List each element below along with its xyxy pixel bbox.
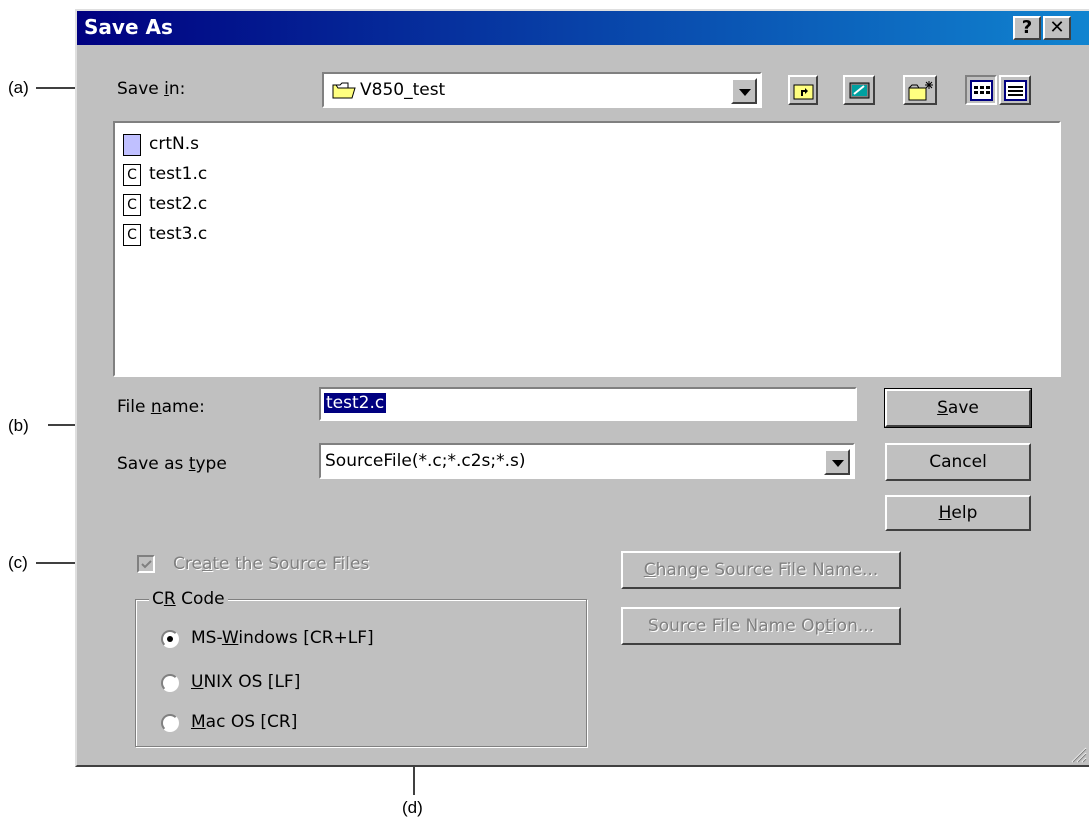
c-file-icon: C bbox=[123, 224, 141, 246]
create-new-folder-button[interactable] bbox=[903, 75, 937, 105]
radio-mac-os-label: Mac OS [CR] bbox=[191, 712, 298, 732]
save-as-type-dropdown-button[interactable] bbox=[824, 449, 850, 475]
create-source-label: Create the Source Files bbox=[173, 554, 370, 574]
cancel-button[interactable]: Cancel bbox=[885, 443, 1031, 481]
help-title-button[interactable]: ? bbox=[1013, 16, 1041, 40]
radio-ms-windows[interactable] bbox=[161, 630, 179, 648]
radio-unix-os[interactable] bbox=[161, 674, 179, 692]
checkmark-icon bbox=[141, 560, 152, 569]
save-in-combo[interactable]: V850_test bbox=[322, 72, 762, 108]
save-in-dropdown-button[interactable] bbox=[731, 78, 757, 104]
details-view-button[interactable] bbox=[999, 75, 1031, 105]
folder-icon bbox=[332, 82, 356, 99]
desktop-icon bbox=[849, 82, 870, 99]
save-in-value: V850_test bbox=[360, 80, 446, 100]
close-button[interactable]: ✕ bbox=[1043, 16, 1071, 40]
asm-file-icon bbox=[123, 134, 141, 156]
save-button[interactable]: Save bbox=[884, 388, 1032, 428]
up-folder-icon bbox=[793, 84, 814, 100]
radio-ms-windows-label: MS-Windows [CR+LF] bbox=[191, 628, 374, 648]
save-as-dialog: Save As ? ✕ Save in: V850_test crtN.s C … bbox=[75, 9, 1089, 767]
annotation-d: (d) bbox=[402, 798, 423, 817]
window-title: Save As bbox=[84, 15, 173, 39]
change-source-file-name-button[interactable]: Change Source File Name... bbox=[621, 551, 901, 589]
go-to-desktop-button[interactable] bbox=[843, 75, 875, 105]
list-item[interactable]: C test1.c bbox=[119, 159, 207, 189]
cr-code-legend: CR Code bbox=[149, 589, 228, 609]
file-name-label: File name: bbox=[117, 397, 205, 417]
list-view-button[interactable] bbox=[965, 75, 997, 105]
save-as-type-value: SourceFile(*.c;*.c2s;*.s) bbox=[325, 451, 526, 471]
create-source-checkbox[interactable] bbox=[137, 555, 155, 573]
save-as-type-label: Save as type bbox=[117, 454, 227, 474]
title-bar[interactable]: Save As ? ✕ bbox=[77, 11, 1089, 45]
list-item[interactable]: crtN.s bbox=[119, 129, 207, 159]
details-view-icon bbox=[1004, 80, 1027, 101]
annotation-b: (b) bbox=[8, 416, 29, 435]
c-file-icon: C bbox=[123, 194, 141, 216]
save-as-type-combo[interactable]: SourceFile(*.c;*.c2s;*.s) bbox=[319, 443, 855, 479]
save-in-label: Save in: bbox=[117, 79, 186, 99]
new-folder-icon bbox=[908, 81, 933, 101]
source-file-name-option-button[interactable]: Source File Name Option... bbox=[621, 607, 901, 645]
list-item[interactable]: C test2.c bbox=[119, 189, 207, 219]
radio-unix-os-label: UNIX OS [LF] bbox=[191, 672, 301, 692]
list-item[interactable]: C test3.c bbox=[119, 219, 207, 249]
up-one-level-button[interactable] bbox=[788, 75, 818, 105]
file-name-value: test2.c bbox=[324, 393, 387, 413]
list-view-icon bbox=[970, 80, 993, 101]
radio-mac-os[interactable] bbox=[161, 714, 179, 732]
resize-grip-icon[interactable] bbox=[1069, 745, 1087, 763]
file-list-items: crtN.s C test1.c C test2.c C test3.c bbox=[119, 129, 207, 249]
c-file-icon: C bbox=[123, 164, 141, 186]
help-button[interactable]: Help bbox=[885, 495, 1031, 531]
file-name-input[interactable]: test2.c bbox=[319, 387, 857, 421]
radio-dot bbox=[167, 636, 173, 642]
annotation-c: (c) bbox=[8, 553, 28, 572]
annotation-a: (a) bbox=[8, 78, 29, 97]
file-list[interactable]: crtN.s C test1.c C test2.c C test3.c bbox=[113, 121, 1061, 377]
